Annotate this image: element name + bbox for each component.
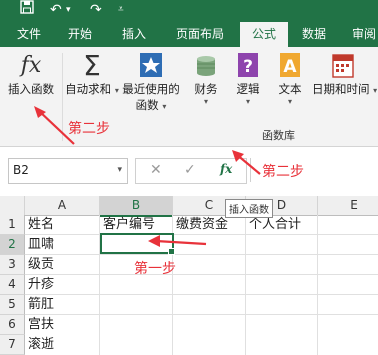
- cancel-icon[interactable]: ✕: [150, 162, 162, 178]
- tab-home[interactable]: 开始: [58, 22, 102, 47]
- tab-page-layout[interactable]: 页面布局: [168, 22, 232, 47]
- datetime-button[interactable]: 日期和时间 ▾: [312, 51, 378, 99]
- tab-data[interactable]: 数据: [292, 22, 336, 47]
- recent-functions-button[interactable]: 最近使用的 函数 ▾: [120, 51, 182, 115]
- cell-a7[interactable]: 滚逝: [25, 335, 54, 354]
- save-icon[interactable]: [20, 0, 34, 20]
- financial-button[interactable]: 财务 ▾: [188, 51, 224, 106]
- annotation-arrow-fx: [232, 150, 261, 175]
- chevron-down-icon[interactable]: ▾: [117, 165, 122, 175]
- gridline: [245, 215, 246, 355]
- logical-label: 逻辑: [236, 82, 260, 96]
- name-box[interactable]: B2 ▾: [8, 158, 128, 184]
- column-header-b[interactable]: B: [100, 196, 173, 217]
- ribbon-tabs: 文件 开始 插入 页面布局 公式 数据 审阅: [0, 22, 378, 47]
- cell-a5[interactable]: 箭肛: [25, 295, 54, 314]
- text-book-icon: A: [275, 51, 305, 81]
- calendar-icon: [328, 51, 358, 81]
- cell-a6[interactable]: 宫扶: [25, 315, 54, 334]
- fx-icon: fx: [20, 53, 42, 78]
- chevron-down-icon: ▾: [203, 97, 208, 106]
- insert-function-tooltip: 插入函数: [225, 199, 273, 218]
- chevron-down-icon: ▾: [245, 97, 250, 106]
- tab-insert[interactable]: 插入: [112, 22, 156, 47]
- name-box-value: B2: [13, 163, 29, 177]
- datetime-label: 日期和时间: [312, 82, 370, 96]
- chevron-down-icon: ▾: [114, 86, 119, 95]
- cell-a3[interactable]: 级贡: [25, 255, 54, 274]
- cell-a4[interactable]: 升疹: [25, 275, 54, 294]
- autosum-label: 自动求和: [65, 82, 112, 96]
- gridline: [317, 215, 318, 355]
- tab-review[interactable]: 审阅: [342, 22, 378, 47]
- financial-label: 财务: [194, 82, 218, 96]
- worksheet-grid[interactable]: A B C D E 1 2 3 4 5 6 7 姓名 客户编号 缴费资金 个人合…: [0, 196, 378, 355]
- function-library-group-label: 函数库: [262, 129, 295, 142]
- svg-text:A: A: [283, 57, 297, 77]
- row-header-7[interactable]: 7: [0, 335, 25, 355]
- undo-icon[interactable]: ↶: [50, 0, 62, 20]
- tab-formulas[interactable]: 公式: [240, 22, 288, 47]
- gridline: [25, 314, 378, 315]
- select-all-corner[interactable]: [0, 196, 25, 216]
- row-header-3[interactable]: 3: [0, 255, 25, 275]
- gridline: [25, 294, 378, 295]
- customize-toolbar-icon[interactable]: ⩡: [118, 0, 124, 20]
- chevron-down-icon: ▾: [287, 97, 292, 106]
- row-header-6[interactable]: 6: [0, 315, 25, 335]
- logical-button[interactable]: ? 逻辑 ▾: [230, 51, 266, 106]
- column-header-e[interactable]: E: [318, 196, 378, 216]
- enter-icon[interactable]: ✓: [184, 162, 196, 178]
- annotation-step-1: 第一步: [134, 261, 176, 277]
- svg-text:?: ?: [243, 57, 253, 77]
- star-book-icon: [136, 51, 166, 81]
- sigma-icon: Σ: [83, 49, 101, 82]
- title-bar: ↶ ▾ ↷ ⩡: [0, 0, 378, 22]
- recent-label-2: 函数: [135, 98, 159, 112]
- recent-label-1: 最近使用的: [122, 82, 180, 96]
- coins-icon: [191, 51, 221, 81]
- row-header-4[interactable]: 4: [0, 275, 25, 295]
- undo-dropdown-icon[interactable]: ▾: [66, 0, 71, 20]
- cell-a1[interactable]: 姓名: [25, 215, 54, 234]
- row-header-1[interactable]: 1: [0, 215, 25, 235]
- column-header-a[interactable]: A: [25, 196, 100, 216]
- annotation-step-2-formula-bar: 第二步: [262, 164, 304, 180]
- question-book-icon: ?: [233, 51, 263, 81]
- row-header-5[interactable]: 5: [0, 295, 25, 315]
- autosum-button[interactable]: Σ 自动求和 ▾: [64, 51, 120, 99]
- row-header-2[interactable]: 2: [0, 235, 25, 255]
- gridline: [25, 254, 378, 255]
- insert-function-button[interactable]: fx 插入函数: [2, 51, 60, 97]
- text-functions-button[interactable]: A 文本 ▾: [272, 51, 308, 106]
- gridline: [25, 274, 378, 275]
- annotation-arrow-ribbon: [34, 106, 75, 145]
- redo-icon[interactable]: ↷: [90, 0, 102, 20]
- tab-file[interactable]: 文件: [6, 22, 52, 47]
- cell-a2[interactable]: 皿啸: [25, 235, 54, 254]
- text-label: 文本: [278, 82, 302, 96]
- insert-function-label: 插入函数: [8, 82, 54, 96]
- annotation-arrow-cell: [148, 235, 207, 247]
- chevron-down-icon: ▾: [162, 102, 167, 111]
- chevron-down-icon: ▾: [373, 86, 378, 95]
